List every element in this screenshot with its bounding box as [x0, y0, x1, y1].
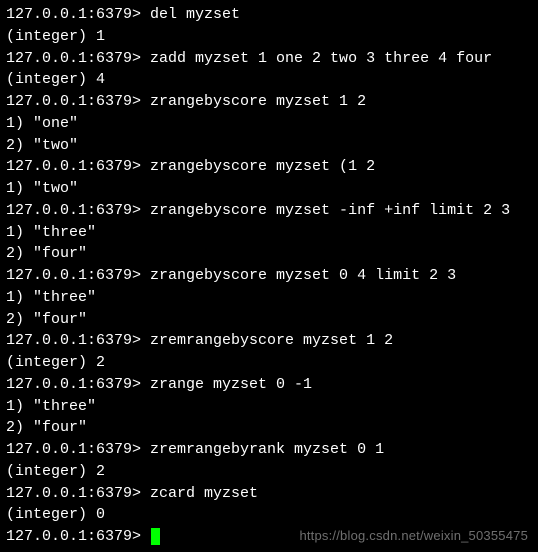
command-text: zrangebyscore myzset 0 4 limit 2 3 [150, 267, 456, 284]
output-line: (integer) 2 [6, 352, 532, 374]
prompt: 127.0.0.1:6379> [6, 50, 150, 67]
prompt: 127.0.0.1:6379> [6, 332, 150, 349]
command-line: 127.0.0.1:6379> zrangebyscore myzset (1 … [6, 156, 532, 178]
command-text: zrangebyscore myzset -inf +inf limit 2 3 [150, 202, 510, 219]
prompt: 127.0.0.1:6379> [6, 158, 150, 175]
command-line: 127.0.0.1:6379> zadd myzset 1 one 2 two … [6, 48, 532, 70]
output-line: 2) "four" [6, 417, 532, 439]
output-line: (integer) 0 [6, 504, 532, 526]
command-text: zremrangebyrank myzset 0 1 [150, 441, 384, 458]
output-line: 1) "two" [6, 178, 532, 200]
command-text: zrange myzset 0 -1 [150, 376, 312, 393]
prompt: 127.0.0.1:6379> [6, 202, 150, 219]
prompt: 127.0.0.1:6379> [6, 6, 150, 23]
command-text: zrangebyscore myzset 1 2 [150, 93, 366, 110]
output-line: (integer) 4 [6, 69, 532, 91]
cursor-icon [151, 528, 160, 545]
command-line: 127.0.0.1:6379> zrangebyscore myzset 0 4… [6, 265, 532, 287]
command-line: 127.0.0.1:6379> zcard myzset [6, 483, 532, 505]
output-line: 1) "three" [6, 287, 532, 309]
watermark-text: https://blog.csdn.net/weixin_50355475 [299, 527, 528, 546]
output-line: 1) "three" [6, 222, 532, 244]
command-line: 127.0.0.1:6379> zremrangebyrank myzset 0… [6, 439, 532, 461]
command-text: zremrangebyscore myzset 1 2 [150, 332, 393, 349]
command-text: zrangebyscore myzset (1 2 [150, 158, 375, 175]
command-text: zcard myzset [150, 485, 258, 502]
terminal-output[interactable]: 127.0.0.1:6379> del myzset(integer) 1127… [6, 4, 532, 548]
command-line: 127.0.0.1:6379> zremrangebyscore myzset … [6, 330, 532, 352]
command-line: 127.0.0.1:6379> zrangebyscore myzset -in… [6, 200, 532, 222]
command-line: 127.0.0.1:6379> del myzset [6, 4, 532, 26]
output-line: (integer) 1 [6, 26, 532, 48]
output-line: 2) "four" [6, 243, 532, 265]
output-line: 2) "two" [6, 135, 532, 157]
command-text: zadd myzset 1 one 2 two 3 three 4 four [150, 50, 492, 67]
prompt: 127.0.0.1:6379> [6, 376, 150, 393]
output-line: 1) "one" [6, 113, 532, 135]
output-line: 2) "four" [6, 309, 532, 331]
prompt: 127.0.0.1:6379> [6, 267, 150, 284]
prompt: 127.0.0.1:6379> [6, 528, 150, 545]
prompt: 127.0.0.1:6379> [6, 93, 150, 110]
prompt: 127.0.0.1:6379> [6, 441, 150, 458]
command-text: del myzset [150, 6, 240, 23]
output-line: 1) "three" [6, 396, 532, 418]
command-line: 127.0.0.1:6379> zrangebyscore myzset 1 2 [6, 91, 532, 113]
output-line: (integer) 2 [6, 461, 532, 483]
command-line: 127.0.0.1:6379> zrange myzset 0 -1 [6, 374, 532, 396]
prompt: 127.0.0.1:6379> [6, 485, 150, 502]
